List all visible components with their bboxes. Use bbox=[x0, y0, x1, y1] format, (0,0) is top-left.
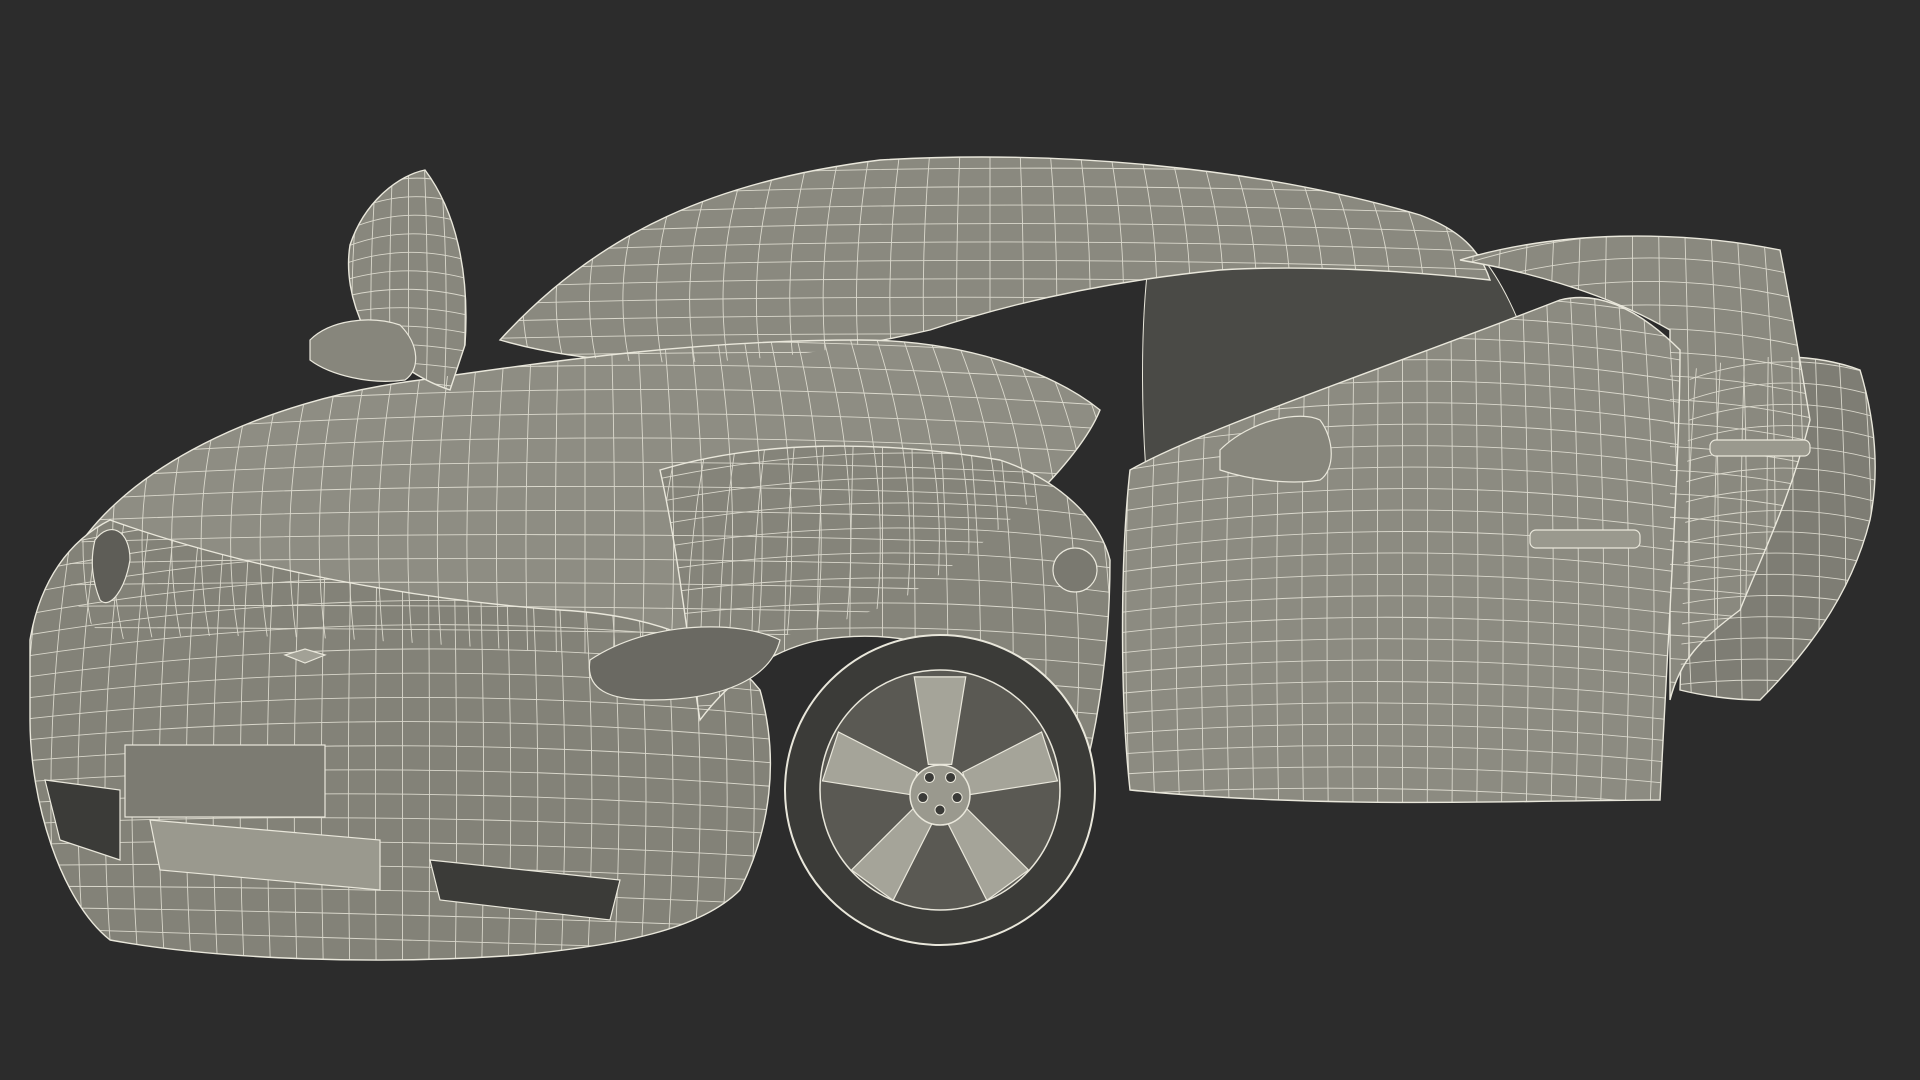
front-wheel bbox=[784, 634, 1096, 946]
lug-nut bbox=[945, 771, 957, 783]
car-wireframe-render bbox=[0, 0, 1920, 1080]
lug-nut bbox=[951, 792, 963, 804]
lug-nut bbox=[934, 804, 946, 816]
render-viewport bbox=[0, 0, 1920, 1080]
door-handle-rear bbox=[1709, 439, 1811, 457]
lug-nut bbox=[923, 771, 935, 783]
charge-port bbox=[1052, 547, 1098, 593]
lug-nut bbox=[917, 792, 929, 804]
door-handle-front bbox=[1529, 529, 1641, 549]
license-plate bbox=[124, 744, 326, 818]
